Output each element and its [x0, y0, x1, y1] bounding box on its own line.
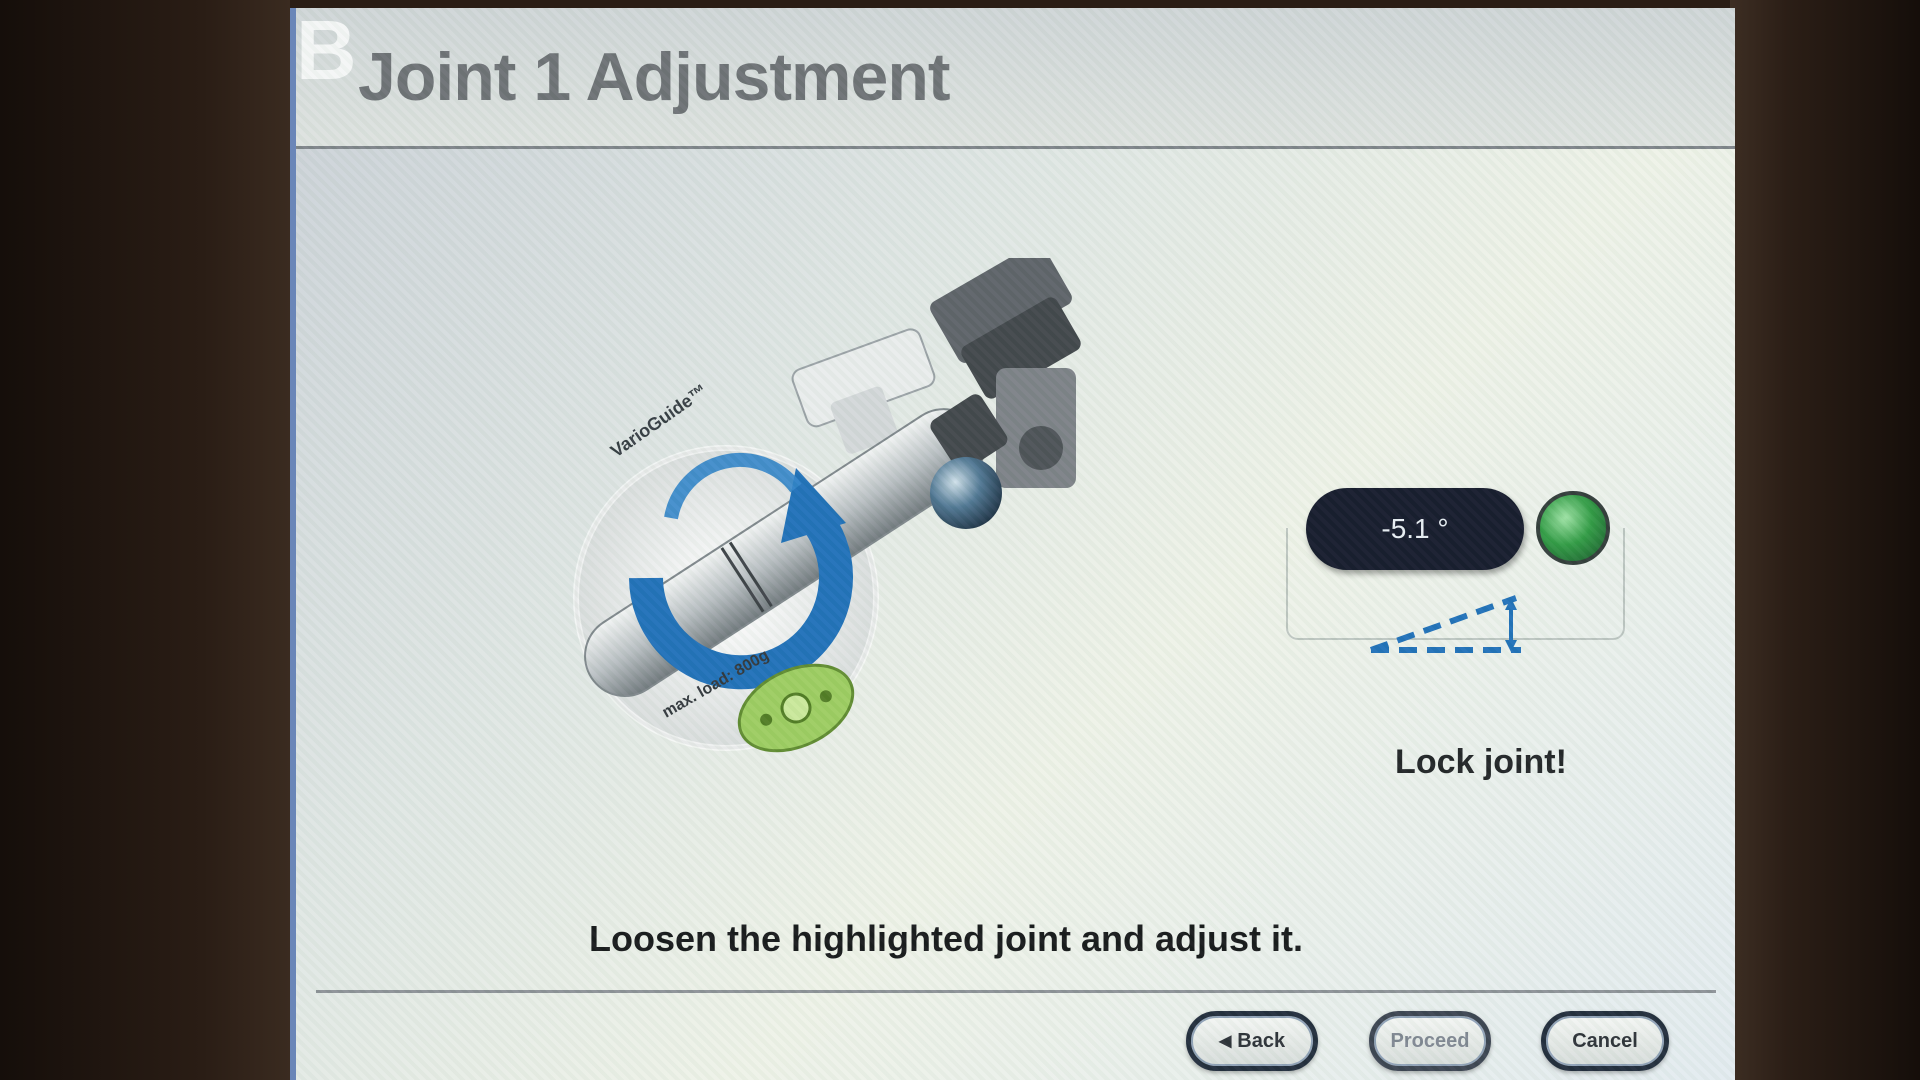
back-arrow-icon: ◀ — [1218, 1033, 1232, 1050]
back-button-label: Back — [1237, 1029, 1286, 1052]
monitor-bezel-right — [1730, 0, 1920, 1080]
proceed-button[interactable]: Proceed — [1369, 1011, 1491, 1071]
angle-readout: -5.1 ° — [1306, 488, 1524, 570]
cancel-button[interactable]: Cancel — [1541, 1011, 1669, 1071]
app-screen: B Joint 1 Adjustment VarioGuide™ max. lo… — [290, 8, 1735, 1080]
angle-value: -5.1 ° — [1381, 513, 1449, 544]
ball-joint — [930, 457, 1002, 529]
monitor-bezel-left — [0, 0, 290, 1080]
footer-divider — [316, 990, 1716, 993]
lock-joint-status: Lock joint! — [1395, 743, 1567, 781]
tilt-angle-icon — [1369, 595, 1521, 653]
page-title: Joint 1 Adjustment — [358, 39, 951, 115]
proceed-button-label: Proceed — [1390, 1029, 1470, 1052]
instruction-text: Loosen the highlighted joint and adjust … — [589, 918, 1303, 959]
brand-logo-letter: B — [296, 8, 357, 97]
cancel-button-label: Cancel — [1572, 1029, 1638, 1052]
back-button[interactable]: ◀ Back — [1186, 1011, 1318, 1071]
header-bar: B Joint 1 Adjustment — [296, 8, 1735, 149]
status-indicator-light — [1536, 491, 1610, 565]
joint-illustration: VarioGuide™ max. load: 800g — [573, 258, 1081, 753]
